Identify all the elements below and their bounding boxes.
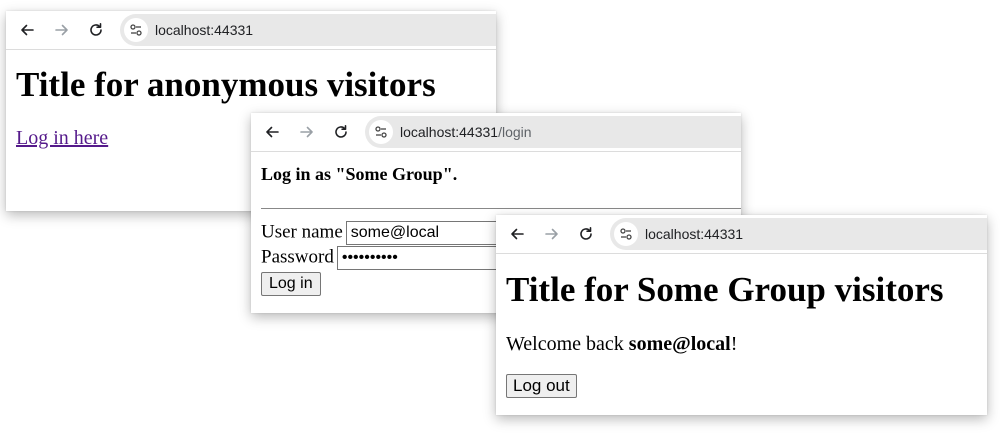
address-bar[interactable]: localhost:44331 xyxy=(610,218,987,250)
url-text: localhost:44331/login xyxy=(400,116,532,148)
login-button[interactable]: Log in xyxy=(261,272,321,296)
tune-icon[interactable] xyxy=(369,120,393,144)
tune-icon[interactable] xyxy=(124,18,148,42)
browser-window-group: localhost:44331 Title for Some Group vis… xyxy=(496,215,987,415)
password-row: Password xyxy=(261,246,517,270)
url-path: /login xyxy=(498,124,532,140)
url-host: localhost:44331 xyxy=(155,22,254,38)
forward-arrow-icon[interactable] xyxy=(50,18,74,42)
tune-icon[interactable] xyxy=(614,222,638,246)
login-link[interactable]: Log in here xyxy=(16,127,108,150)
address-bar[interactable]: localhost:44331 xyxy=(120,14,496,46)
welcome-suffix: ! xyxy=(730,333,738,355)
password-field[interactable] xyxy=(336,246,517,270)
welcome-prefix: Welcome back xyxy=(506,333,629,355)
back-arrow-icon[interactable] xyxy=(260,120,284,144)
divider xyxy=(261,208,741,209)
url-text: localhost:44331 xyxy=(155,14,253,46)
reload-icon[interactable] xyxy=(84,18,108,42)
browser-toolbar: localhost:44331/login xyxy=(251,113,741,152)
url-host: localhost:44331 xyxy=(645,226,744,242)
login-heading: Log in as "Some Group". xyxy=(261,164,458,184)
welcome-user: some@local xyxy=(628,333,731,355)
forward-arrow-icon[interactable] xyxy=(540,222,564,246)
page-content: Title for Some Group visitors Welcome ba… xyxy=(496,254,987,415)
welcome-message: Welcome back some@local! xyxy=(506,333,737,356)
back-arrow-icon[interactable] xyxy=(15,18,39,42)
username-label: User name xyxy=(261,221,343,243)
browser-toolbar: localhost:44331 xyxy=(6,11,496,50)
reload-icon[interactable] xyxy=(329,120,353,144)
url-host: localhost:44331 xyxy=(400,124,499,140)
forward-arrow-icon[interactable] xyxy=(295,120,319,144)
url-text: localhost:44331 xyxy=(645,218,743,250)
browser-toolbar: localhost:44331 xyxy=(496,215,987,254)
reload-icon[interactable] xyxy=(574,222,598,246)
page-title: Title for Some Group visitors xyxy=(506,270,944,309)
page-title: Title for anonymous visitors xyxy=(16,65,436,104)
password-label: Password xyxy=(261,246,334,268)
back-arrow-icon[interactable] xyxy=(505,222,529,246)
username-row: User name xyxy=(261,221,526,245)
logout-button[interactable]: Log out xyxy=(506,374,577,398)
address-bar[interactable]: localhost:44331/login xyxy=(365,116,741,148)
